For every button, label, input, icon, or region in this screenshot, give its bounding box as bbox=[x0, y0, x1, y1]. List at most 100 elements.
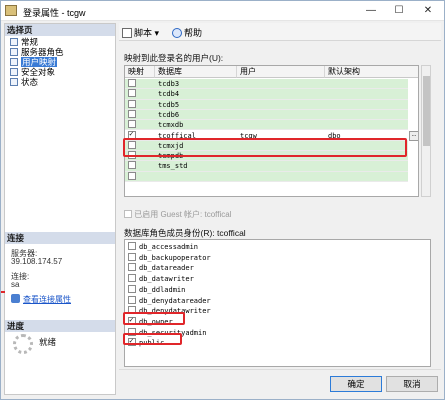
cancel-button[interactable]: 取消 bbox=[386, 376, 438, 392]
table-row[interactable]: tcdb5 bbox=[125, 99, 418, 110]
mapping-scrollbar[interactable] bbox=[421, 65, 431, 197]
role-item[interactable]: db_datawriter bbox=[128, 274, 194, 285]
role-item[interactable]: db_denydatawriter bbox=[128, 306, 211, 317]
maximize-button[interactable]: ☐ bbox=[385, 1, 413, 21]
map-checkbox[interactable] bbox=[128, 79, 136, 87]
column-header-user[interactable]: 用户 bbox=[237, 66, 325, 78]
database-cell[interactable]: tcdb5 bbox=[155, 99, 237, 110]
page-item-status[interactable]: 状态 bbox=[10, 77, 38, 87]
schema-cell[interactable] bbox=[325, 151, 408, 162]
table-row[interactable]: tcofficaltcgwdbo... bbox=[125, 129, 418, 141]
role-item[interactable]: db_ddladmin bbox=[128, 284, 185, 296]
role-checkbox[interactable] bbox=[128, 336, 136, 347]
script-button[interactable]: 脚本 ▾ bbox=[122, 26, 159, 39]
user-cell[interactable]: tcgw bbox=[237, 130, 325, 141]
schema-cell[interactable] bbox=[325, 171, 408, 182]
role-checkbox[interactable] bbox=[128, 295, 136, 304]
user-cell[interactable] bbox=[237, 140, 325, 152]
close-button[interactable]: ✕ bbox=[414, 1, 442, 21]
map-cell[interactable] bbox=[125, 99, 155, 110]
user-cell[interactable] bbox=[237, 151, 325, 162]
map-cell[interactable] bbox=[125, 171, 155, 182]
database-cell[interactable]: tcmxjd bbox=[155, 140, 237, 152]
user-cell[interactable] bbox=[237, 171, 325, 182]
minimize-button[interactable]: — bbox=[357, 1, 385, 21]
map-checkbox[interactable] bbox=[128, 140, 136, 149]
table-row[interactable]: tcdb6 bbox=[125, 109, 418, 121]
table-row[interactable]: tcmxdb bbox=[125, 120, 418, 131]
role-item[interactable]: db_accessadmin bbox=[128, 242, 198, 253]
browse-schema-button[interactable]: ... bbox=[409, 130, 418, 141]
page-item-server-roles[interactable]: 服务器角色 bbox=[10, 47, 64, 57]
database-cell[interactable]: tcdb4 bbox=[155, 89, 237, 100]
role-item[interactable]: db_owner bbox=[128, 315, 173, 328]
role-checkbox[interactable] bbox=[128, 242, 136, 250]
map-checkbox[interactable] bbox=[128, 151, 136, 160]
page-item-user-mapping[interactable]: 用户映射 bbox=[10, 57, 58, 67]
user-mapping-grid[interactable]: 映射 数据库 用户 默认架构 tcdb3 tcdb4 tcdb5 tcdb6 tcmxd… bbox=[124, 65, 419, 197]
role-item[interactable]: db_securityadmin bbox=[128, 327, 206, 339]
user-cell[interactable] bbox=[237, 99, 325, 110]
table-row[interactable]: tms_std bbox=[125, 161, 418, 172]
map-checkbox[interactable] bbox=[128, 129, 136, 139]
chevron-down-icon[interactable]: ▾ bbox=[155, 28, 160, 38]
map-checkbox[interactable] bbox=[128, 120, 136, 129]
table-row[interactable]: tcdb3 bbox=[125, 79, 418, 90]
database-cell[interactable]: tempdb bbox=[155, 151, 237, 162]
map-cell[interactable] bbox=[125, 129, 155, 141]
map-checkbox[interactable] bbox=[128, 161, 136, 170]
table-row[interactable]: tcmxjd bbox=[125, 140, 418, 152]
database-cell[interactable]: tcdb3 bbox=[155, 79, 237, 90]
column-header-database[interactable]: 数据库 bbox=[155, 66, 237, 78]
role-membership-list[interactable]: db_accessadmin db_backupoperator db_datare… bbox=[124, 239, 431, 367]
role-item[interactable]: public bbox=[128, 336, 164, 349]
role-item[interactable]: db_backupoperator bbox=[128, 252, 211, 264]
database-cell[interactable]: tcmxdb bbox=[155, 120, 237, 131]
role-checkbox[interactable] bbox=[128, 327, 136, 336]
map-cell[interactable] bbox=[125, 161, 155, 172]
database-cell[interactable]: tcoffical bbox=[155, 130, 237, 141]
user-cell[interactable] bbox=[237, 120, 325, 131]
map-checkbox[interactable] bbox=[128, 171, 136, 180]
column-header-map[interactable]: 映射 bbox=[125, 66, 155, 78]
role-item[interactable]: db_denydatareader bbox=[128, 295, 211, 307]
database-cell[interactable] bbox=[155, 171, 237, 182]
page-item-general[interactable]: 常规 bbox=[10, 37, 38, 47]
user-cell[interactable] bbox=[237, 109, 325, 121]
schema-cell[interactable] bbox=[325, 99, 408, 110]
table-row[interactable]: tempdb bbox=[125, 151, 418, 162]
view-connection-properties-link[interactable]: 查看连接属性 bbox=[11, 294, 71, 305]
column-header-default-schema[interactable]: 默认架构 bbox=[325, 66, 418, 78]
role-checkbox[interactable] bbox=[128, 274, 136, 283]
schema-cell[interactable] bbox=[325, 161, 408, 172]
database-cell[interactable]: tcdb6 bbox=[155, 109, 237, 121]
role-checkbox[interactable] bbox=[128, 284, 136, 293]
role-checkbox[interactable] bbox=[128, 306, 136, 315]
database-cell[interactable]: tms_std bbox=[155, 161, 237, 172]
map-cell[interactable] bbox=[125, 151, 155, 162]
role-checkbox[interactable] bbox=[128, 252, 136, 261]
map-cell[interactable] bbox=[125, 140, 155, 152]
role-item[interactable]: db_datareader bbox=[128, 263, 194, 274]
map-cell[interactable] bbox=[125, 89, 155, 100]
page-item-securables[interactable]: 安全对象 bbox=[10, 67, 55, 77]
schema-cell[interactable] bbox=[325, 79, 408, 90]
user-cell[interactable] bbox=[237, 89, 325, 100]
role-checkbox[interactable] bbox=[128, 315, 136, 325]
map-checkbox[interactable] bbox=[128, 89, 136, 98]
title-bar[interactable]: 登录属性 - tcgw — ☐ ✕ bbox=[1, 1, 444, 21]
map-cell[interactable] bbox=[125, 79, 155, 90]
user-cell[interactable] bbox=[237, 161, 325, 172]
help-button[interactable]: 帮助 bbox=[172, 26, 202, 39]
schema-cell[interactable] bbox=[325, 89, 408, 100]
map-checkbox[interactable] bbox=[128, 109, 136, 118]
schema-cell[interactable]: dbo bbox=[325, 130, 408, 141]
user-cell[interactable] bbox=[237, 79, 325, 90]
schema-cell[interactable] bbox=[325, 140, 408, 152]
role-checkbox[interactable] bbox=[128, 263, 136, 272]
map-checkbox[interactable] bbox=[128, 99, 136, 108]
map-cell[interactable] bbox=[125, 109, 155, 121]
table-row[interactable] bbox=[125, 171, 418, 182]
scrollbar-thumb[interactable] bbox=[423, 76, 430, 146]
table-row[interactable]: tcdb4 bbox=[125, 89, 418, 100]
